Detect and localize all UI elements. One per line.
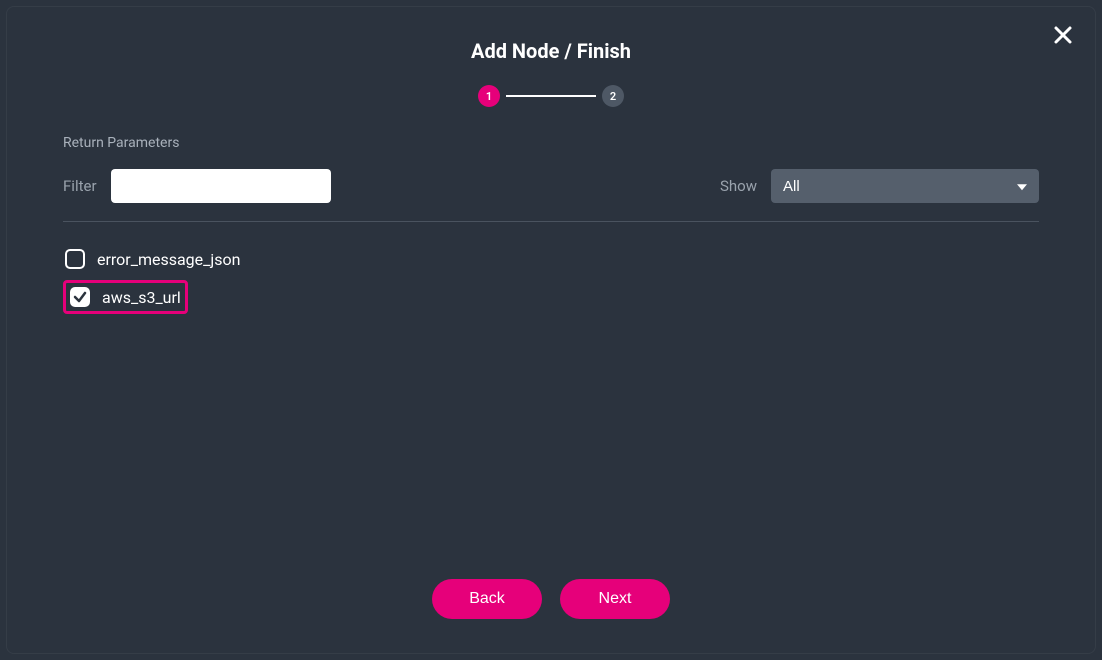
show-select[interactable]: All: [771, 169, 1039, 203]
param-label: error_message_json: [97, 250, 240, 269]
filter-group: Filter: [63, 169, 331, 203]
close-button[interactable]: [1053, 25, 1073, 49]
footer: Back Next: [63, 579, 1039, 625]
params-list: error_message_json aws_s3_url: [63, 244, 1039, 314]
filter-label: Filter: [63, 177, 97, 195]
step-connector: [506, 95, 596, 97]
show-label: Show: [720, 177, 757, 195]
add-node-modal: Add Node / Finish 1 2 Return Parameters …: [6, 6, 1096, 654]
next-button[interactable]: Next: [560, 579, 670, 619]
return-parameters-label: Return Parameters: [63, 135, 1039, 151]
close-icon: [1053, 25, 1073, 45]
param-row-aws-s3-url[interactable]: aws_s3_url: [63, 280, 188, 314]
checkbox-aws-s3-url[interactable]: [70, 287, 90, 307]
filter-input[interactable]: [111, 169, 331, 203]
param-row-error-message-json[interactable]: error_message_json: [63, 244, 1039, 274]
step-1[interactable]: 1: [478, 85, 500, 107]
stepper: 1 2: [63, 85, 1039, 107]
show-group: Show All: [720, 169, 1039, 203]
step-2[interactable]: 2: [602, 85, 624, 107]
param-label: aws_s3_url: [102, 288, 181, 307]
show-select-wrap: All: [771, 169, 1039, 203]
checkbox-error-message-json[interactable]: [65, 249, 85, 269]
divider: [63, 221, 1039, 222]
back-button[interactable]: Back: [432, 579, 542, 619]
controls-row: Filter Show All: [63, 169, 1039, 203]
modal-title: Add Node / Finish: [63, 39, 1039, 63]
